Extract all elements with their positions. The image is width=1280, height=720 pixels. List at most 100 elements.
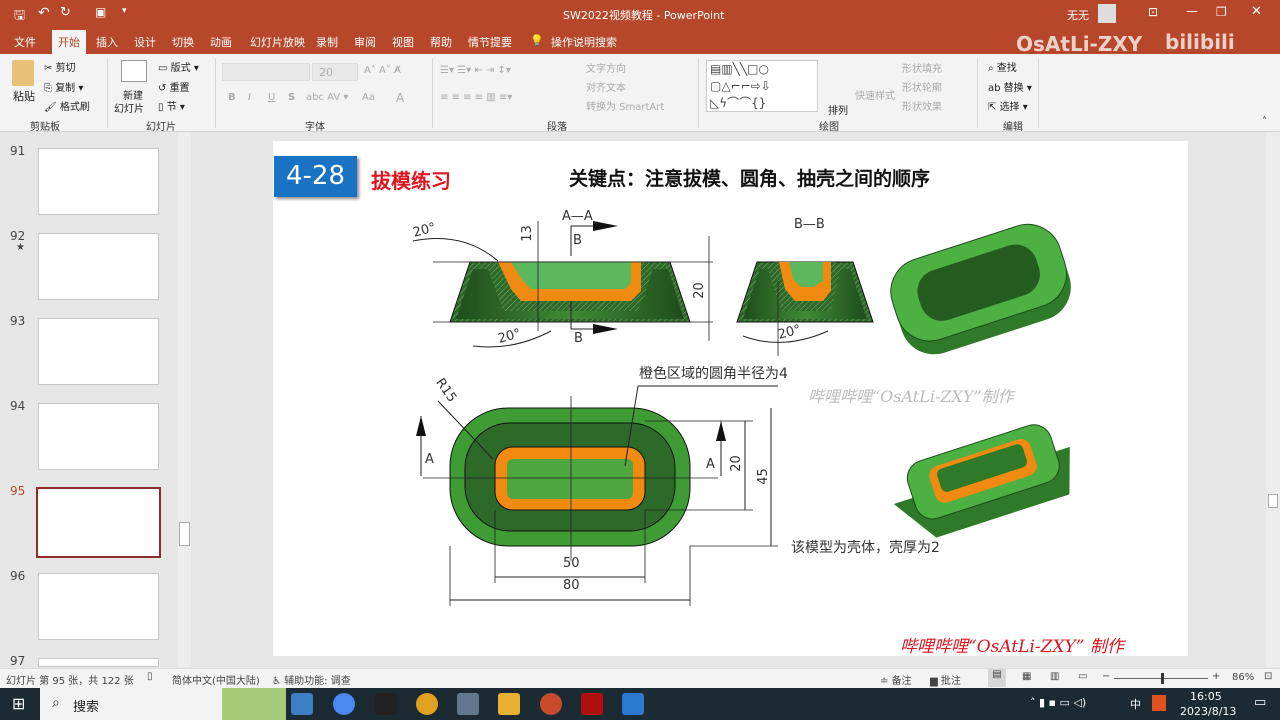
slide-canvas[interactable]: 4-28 拔模练习 关键点：注意拔模、圆角、抽壳之间的顺序 A—A B—B B … (273, 141, 1188, 657)
tab-slideshow[interactable]: 幻灯片放映 (250, 34, 305, 50)
paste-icon[interactable] (12, 60, 34, 86)
app-icon-mail[interactable] (291, 693, 313, 715)
save-icon[interactable]: 🖫 (14, 6, 25, 28)
select-button[interactable]: ⇱ 选择 ▾ (988, 98, 1028, 113)
new-slide-dropdown[interactable]: 幻灯片 (114, 100, 144, 115)
clock-date[interactable]: 2023/8/13 (1180, 705, 1236, 718)
slide-thumbnail-96[interactable] (38, 573, 159, 640)
zoom-slider[interactable] (1114, 673, 1208, 684)
accessibility-status[interactable]: ♿ 辅助功能: 调查 (272, 672, 351, 687)
zoom-out-button[interactable]: − (1102, 671, 1110, 682)
arrange-button[interactable]: 排列 (828, 102, 848, 117)
slide-thumbnail-92[interactable] (38, 233, 159, 300)
tray-app-icon[interactable] (1152, 695, 1166, 711)
tab-record[interactable]: 录制 (316, 34, 338, 50)
minimize-icon[interactable]: — (1186, 4, 1198, 18)
present-icon[interactable]: ▣ (95, 5, 106, 19)
slide-thumbnail-95[interactable] (36, 487, 161, 558)
font-color-button[interactable]: A (396, 91, 404, 105)
close-icon[interactable]: ✕ (1251, 4, 1262, 19)
replace-button[interactable]: ab 替换 ▾ (988, 79, 1032, 94)
tab-animations[interactable]: 动画 (210, 34, 232, 50)
app-icon-chrome[interactable] (416, 693, 438, 715)
copy-button[interactable]: ⎘ 复制 ▾ (44, 79, 83, 94)
app-icon-cloud[interactable] (333, 693, 355, 715)
user-name[interactable]: 无无 (1067, 7, 1089, 23)
underline-button[interactable]: U (268, 92, 275, 103)
tab-home[interactable]: 开始 (52, 30, 86, 54)
tab-view[interactable]: 视图 (392, 34, 414, 50)
collapse-ribbon-icon[interactable]: ˄ (1262, 116, 1267, 127)
change-case-button[interactable]: Aa (362, 92, 375, 103)
font-size-input[interactable]: 20 (312, 63, 358, 81)
shape-fill-button[interactable]: 形状填充 (902, 60, 942, 75)
shadow-button[interactable]: S (288, 92, 295, 103)
slide-thumbnail-94[interactable] (38, 403, 159, 470)
notifications-icon[interactable]: ▭ (1254, 695, 1266, 710)
app-icon-explorer[interactable] (498, 693, 520, 715)
app-icon-powerpoint[interactable] (540, 693, 562, 715)
slide-thumbnail-97[interactable] (38, 658, 159, 667)
windows-start-icon[interactable]: ⊞ (12, 694, 25, 713)
shape-effects-button[interactable]: 形状效果 (902, 98, 942, 113)
slide-thumbnail-91[interactable] (38, 148, 159, 215)
slideshow-button[interactable]: ▭ (1078, 671, 1087, 682)
slide-sorter-button[interactable]: ▦ (1022, 671, 1031, 682)
redo-icon[interactable]: ↻ (60, 5, 71, 20)
paste-button[interactable]: 粘贴 (13, 88, 35, 104)
bold-button[interactable]: B (228, 92, 236, 103)
zoom-in-button[interactable]: + (1212, 671, 1220, 682)
ime-indicator[interactable]: 中 (1130, 696, 1141, 712)
scrollbar-thumb[interactable] (179, 522, 190, 546)
align-buttons[interactable]: ≡ ≡ ≡ ≡ ▥ ≡▾ (440, 92, 512, 103)
layout-button[interactable]: ▭ 版式 ▾ (158, 59, 199, 74)
fit-slide-icon[interactable]: ⊡ (1264, 671, 1272, 682)
section-button[interactable]: ▯ 节 ▾ (158, 98, 185, 113)
format-painter-button[interactable]: 🖌 格式刷 (44, 98, 90, 113)
scrollbar-thumb[interactable] (1268, 494, 1278, 508)
thumbnails-scrollbar[interactable] (178, 132, 191, 667)
strikethrough-button[interactable]: abc AV ▾ (306, 92, 348, 103)
tab-help[interactable]: 帮助 (430, 34, 452, 50)
app-icon-calculator[interactable] (457, 693, 479, 715)
language-status[interactable]: 简体中文(中国大陆) (172, 672, 260, 687)
find-button[interactable]: ⌕ 查找 (988, 59, 1017, 74)
app-icon-solidworks[interactable] (581, 693, 603, 715)
app-icon-photos[interactable] (622, 693, 644, 715)
italic-button[interactable]: I (248, 92, 251, 103)
font-name-input[interactable] (222, 63, 310, 81)
restore-icon[interactable]: ❐ (1216, 5, 1227, 19)
tab-transitions[interactable]: 切换 (172, 34, 194, 50)
new-slide-icon[interactable] (121, 60, 147, 82)
tab-review[interactable]: 审阅 (354, 34, 376, 50)
clock-time[interactable]: 16:05 (1190, 690, 1222, 703)
shapes-gallery[interactable]: ▤▥╲╲□○ ▢△⌐⌐⇨⇩ ◺ϟ⌒⌒{} (706, 60, 818, 112)
text-direction-button[interactable]: 文字方向 (586, 60, 626, 75)
zoom-slider-thumb[interactable] (1161, 673, 1164, 684)
notes-button[interactable]: ≐ 备注 (880, 672, 912, 687)
quick-styles-button[interactable]: 快速样式 (855, 87, 895, 102)
smartart-button[interactable]: 转换为 SmartArt (586, 98, 664, 113)
slide-thumbnail-93[interactable] (38, 318, 159, 385)
reading-view-button[interactable]: ▥ (1050, 671, 1059, 682)
customize-qat-icon[interactable]: ▾ (122, 6, 127, 16)
tab-insert[interactable]: 插入 (96, 34, 118, 50)
align-text-button[interactable]: 对齐文本 (586, 79, 626, 94)
cut-button[interactable]: ✂ 剪切 (44, 59, 76, 74)
spellcheck-icon[interactable]: ▯ (147, 671, 153, 682)
slide-scrollbar[interactable] (1266, 132, 1280, 667)
tab-storyboard[interactable]: 情节提要 (468, 34, 512, 50)
avatar[interactable] (1098, 4, 1116, 23)
reset-button[interactable]: ↺ 重置 (158, 79, 190, 94)
normal-view-button[interactable]: ▤ (988, 669, 1006, 687)
ribbon-display-icon[interactable]: ⊡ (1148, 5, 1158, 19)
undo-icon[interactable]: ↶ (38, 5, 50, 21)
app-icon-qq[interactable] (375, 693, 397, 715)
tab-design[interactable]: 设计 (134, 34, 156, 50)
tab-file[interactable]: 文件 (14, 34, 36, 50)
comments-button[interactable]: ▆ 批注 (930, 672, 961, 687)
shape-outline-button[interactable]: 形状轮廓 (902, 79, 942, 94)
taskbar-search-box[interactable]: ⌕ 搜索 (40, 688, 286, 720)
font-grow-button[interactable]: A˄ A˅ A̸ (364, 65, 401, 76)
zoom-level[interactable]: 86% (1232, 672, 1254, 683)
